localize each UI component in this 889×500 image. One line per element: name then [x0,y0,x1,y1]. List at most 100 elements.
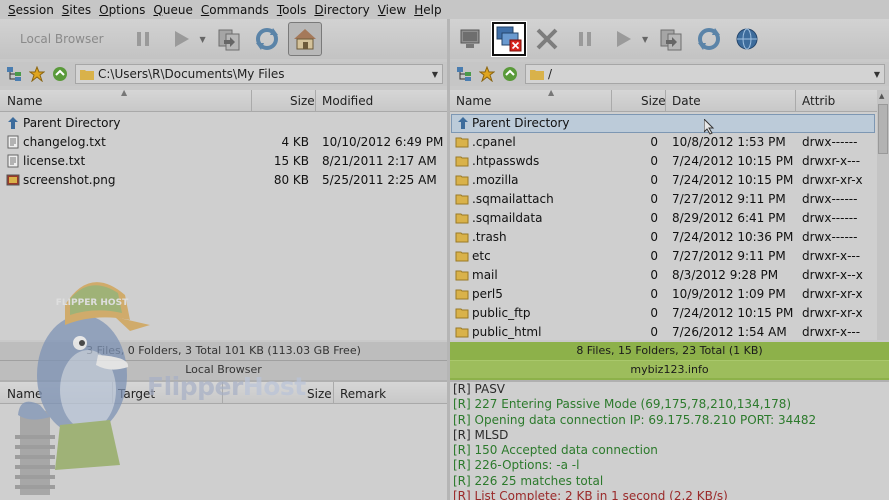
scroll-up-icon[interactable]: ▲ [879,92,884,100]
table-row[interactable]: .cpanel 0 10/8/2012 1:53 PM drwx------ [450,133,876,152]
menu-directory[interactable]: Directory [310,3,373,17]
table-row[interactable]: etc 0 7/27/2012 9:11 PM drwxr-x--- [450,247,876,266]
flipperhost-mascot-logo: FLIPPER HOST [15,282,150,495]
column-name[interactable]: Name [7,94,42,108]
table-row[interactable]: .sqmaildata 0 8/29/2012 6:41 PM drwx------ [450,209,876,228]
pane-divider[interactable] [447,19,450,500]
chevron-down-icon[interactable]: ▼ [432,70,438,79]
home-icon [293,29,316,50]
remote-pause-button[interactable] [568,22,602,56]
favorites-star-icon[interactable] [28,65,46,83]
pause-button[interactable] [126,22,160,56]
table-row[interactable]: mail 0 8/3/2012 9:28 PM drwxr-x--x [450,266,876,285]
web-button[interactable] [730,22,764,56]
queue-column-size[interactable]: Size [307,387,332,401]
disconnect-icon [496,26,522,52]
folder-icon [455,327,469,338]
menu-sites[interactable]: Sites [58,3,95,17]
remote-status-host: mybiz123.info [450,360,889,378]
play-button[interactable] [164,22,198,56]
folder-icon [455,156,469,167]
favorites-star-icon[interactable] [478,65,496,83]
folder-icon [455,251,469,262]
disconnect-button[interactable] [492,22,526,56]
table-row[interactable]: .sqmailattach 0 7/27/2012 9:11 PM drwx-----… [450,190,876,209]
abort-button[interactable] [530,22,564,56]
remote-list-header: Name ▲ Size Date Attrib [450,90,889,112]
folder-icon [455,270,469,281]
folder-icon [455,213,469,224]
transfer-icon [218,29,240,51]
connect-button[interactable] [454,22,488,56]
home-button[interactable] [287,22,322,56]
text-file-icon [7,154,19,168]
menu-commands[interactable]: Commands [197,3,273,17]
globe-icon [736,28,758,50]
log-line: [R] MLSD [453,427,509,442]
menu-bar: Session Sites Options Queue Commands Too… [0,0,889,19]
column-name[interactable]: Name [456,94,491,108]
folder-icon [455,175,469,186]
close-icon [536,28,558,50]
chevron-down-icon[interactable]: ▼ [874,70,880,79]
local-browser-label[interactable]: Local Browser [0,32,126,46]
log-line: [R] PASV [453,382,506,396]
column-size[interactable]: Size [290,94,315,108]
folder-icon [455,289,469,300]
table-row[interactable]: .mozilla 0 7/24/2012 10:15 PM drwxr-xr-x [450,171,876,190]
local-list-header: Name ▲ Size Modified [0,90,447,112]
menu-session[interactable]: Session [4,3,58,17]
remote-scrollbar[interactable]: ▲ [877,90,889,340]
table-row[interactable]: license.txt 15 KB 8/21/2011 2:17 AM [0,152,447,171]
log-line: [R] List Complete: 2 KB in 1 second (2.2… [453,489,728,500]
remote-play-dropdown[interactable]: ▼ [642,35,648,44]
parent-directory-row[interactable]: Parent Directory [0,114,447,133]
up-arrow-icon [8,117,18,129]
refresh-icon [255,28,278,50]
pause-icon [136,32,149,46]
column-date[interactable]: Date [672,94,701,108]
transfer-button[interactable] [212,22,246,56]
text-file-icon [7,135,19,149]
go-up-icon[interactable] [501,65,519,83]
table-row[interactable]: public_ftp 0 7/24/2012 10:15 PM drwxr-xr-x [450,304,876,323]
remote-file-list[interactable]: Name ▲ Size Date Attrib Parent Directory… [450,90,889,340]
menu-options[interactable]: Options [95,3,149,17]
remote-toolbar: ▼ [450,19,889,59]
session-log[interactable]: [R] PASV [R] 227 Entering Passive Mode (6… [450,382,889,500]
remote-path-field[interactable]: / ▼ [525,64,885,84]
computer-icon [460,29,480,48]
local-path-field[interactable]: C:\Users\R\Documents\My Files ▼ [75,64,443,84]
remote-transfer-button[interactable] [654,22,688,56]
menu-view[interactable]: View [374,3,410,17]
remote-play-button[interactable] [606,22,640,56]
transfer-icon [660,29,682,51]
table-row[interactable]: .trash 0 7/24/2012 10:36 PM drwx------ [450,228,876,247]
table-row[interactable]: changelog.txt 4 KB 10/10/2012 6:49 PM [0,133,447,152]
play-icon [617,31,631,47]
local-path-text: C:\Users\R\Documents\My Files [98,67,285,81]
refresh-button[interactable] [250,22,284,56]
menu-queue[interactable]: Queue [149,3,196,17]
menu-help[interactable]: Help [410,3,445,17]
play-dropdown[interactable]: ▼ [200,35,206,44]
menu-tools[interactable]: Tools [273,3,311,17]
table-row[interactable]: public_html 0 7/26/2012 1:54 AM drwxr-x--- [450,323,876,340]
flipperhost-brand: FlipperHost [147,372,306,401]
go-up-icon[interactable] [51,65,69,83]
remote-refresh-button[interactable] [692,22,726,56]
table-row[interactable]: .htpasswds 0 7/24/2012 10:15 PM drwxr-x--- [450,152,876,171]
tree-icon[interactable] [5,65,23,83]
scroll-thumb[interactable] [878,104,888,154]
column-size[interactable]: Size [641,94,666,108]
column-attrib[interactable]: Attrib [802,94,835,108]
log-line: [R] Opening data connection IP: 69.175.7… [453,412,817,427]
queue-column-remark[interactable]: Remark [340,387,386,401]
table-row[interactable]: perl5 0 10/9/2012 1:09 PM drwxr-xr-x [450,285,876,304]
remote-status-summary: 8 Files, 15 Folders, 23 Total (1 KB) [576,344,763,357]
tree-icon[interactable] [455,65,473,83]
table-row[interactable]: screenshot.png 80 KB 5/25/2011 2:25 AM [0,171,447,190]
parent-directory-row[interactable]: Parent Directory [451,114,875,135]
play-icon [174,31,189,47]
column-modified[interactable]: Modified [322,94,373,108]
